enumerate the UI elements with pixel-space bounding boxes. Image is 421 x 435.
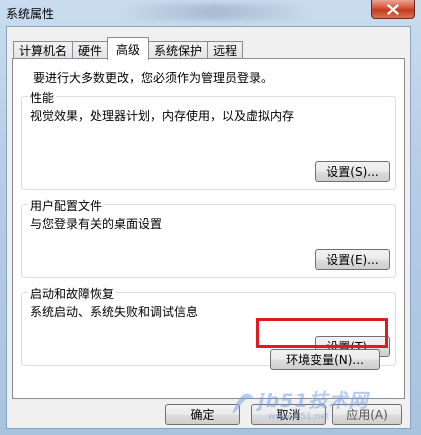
tab-label: 硬件 [78,44,103,58]
user-profiles-group-title: 用户配置文件 [28,197,105,214]
performance-group-title: 性能 [28,89,57,106]
tab-label: 远程 [213,44,238,58]
performance-group: 性能 视觉效果，处理器计划，内存使用，以及虚拟内存 设置(S)... [21,89,396,190]
admin-notice: 要进行大多数更改，您必须作为管理员登录。 [33,71,274,85]
ok-button[interactable]: 确定 [165,404,240,425]
performance-group-desc: 视觉效果，处理器计划，内存使用，以及虚拟内存 [30,109,295,123]
environment-variables-button[interactable]: 环境变量(N)... [270,349,380,370]
system-properties-window: 系统属性 计算机名 硬件 高级 系统保护 远程 要进行大多数更改，您必须作为管理… [0,0,421,435]
tab-computer-name[interactable]: 计算机名 [13,41,74,59]
apply-button[interactable]: 应用(A) [332,404,402,425]
performance-settings-button[interactable]: 设置(S)... [315,161,390,182]
user-profiles-group-desc: 与您登录有关的桌面设置 [30,217,163,231]
tab-label: 高级 [116,42,141,57]
window-title: 系统属性 [6,7,55,21]
environment-variables-highlight [256,318,388,348]
tab-system-protection[interactable]: 系统保护 [148,41,209,59]
tab-bar: 计算机名 硬件 高级 系统保护 远程 [13,37,244,60]
tab-remote[interactable]: 远程 [207,41,244,59]
dialog-client: 计算机名 硬件 高级 系统保护 远程 要进行大多数更改，您必须作为管理员登录。 … [6,26,411,429]
cancel-button[interactable]: 取消 [251,404,326,425]
tab-advanced[interactable]: 高级 [107,37,150,60]
tab-hardware[interactable]: 硬件 [72,41,109,59]
title-blur [120,4,310,20]
close-icon [387,3,399,15]
startup-recovery-group-desc: 系统启动、系统失败和调试信息 [30,305,199,319]
user-profiles-group: 用户配置文件 与您登录有关的桌面设置 设置(E)... [21,197,396,278]
tab-label: 计算机名 [19,44,68,58]
startup-recovery-group-title: 启动和故障恢复 [28,285,117,302]
close-button[interactable] [371,0,415,19]
tab-label: 系统保护 [154,44,203,58]
user-profiles-settings-button[interactable]: 设置(E)... [315,249,390,270]
